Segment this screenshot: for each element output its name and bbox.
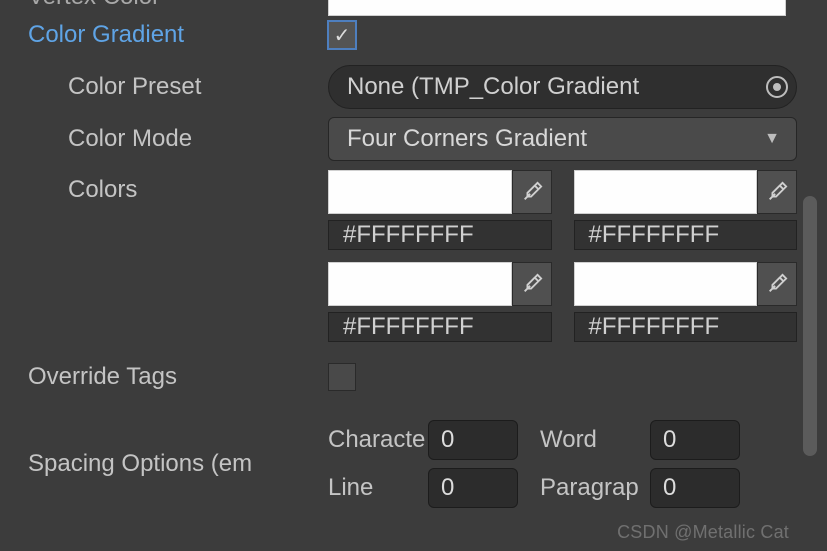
- inspector-panel: Vertex Color Color Gradient ✓ Color Pres…: [0, 0, 827, 508]
- eyedropper-button[interactable]: [757, 262, 797, 306]
- watermark: CSDN @Metallic Cat: [617, 522, 789, 543]
- color-swatch-bottom-right[interactable]: [574, 262, 758, 306]
- color-swatch-top-left[interactable]: [328, 170, 512, 214]
- object-picker-icon[interactable]: [766, 76, 788, 98]
- color-preset-value: None (TMP_Color Gradient: [347, 73, 639, 101]
- eyedropper-button[interactable]: [512, 262, 552, 306]
- color-preset-label: Color Preset: [28, 73, 328, 101]
- line-spacing-label: Line: [328, 474, 428, 502]
- color-mode-value: Four Corners Gradient: [347, 125, 587, 153]
- eyedropper-icon: [521, 181, 543, 203]
- line-spacing-input[interactable]: [428, 468, 518, 508]
- override-tags-checkbox[interactable]: [328, 363, 356, 391]
- hex-field[interactable]: #FFFFFFFF: [574, 220, 798, 250]
- vertex-color-label: Vertex Color: [28, 0, 328, 11]
- color-mode-dropdown[interactable]: Four Corners Gradient ▼: [328, 117, 797, 161]
- override-tags-label: Override Tags: [28, 363, 328, 391]
- eyedropper-button[interactable]: [757, 170, 797, 214]
- paragraph-spacing-label: Paragrap: [518, 474, 650, 502]
- color-gradient-label[interactable]: Color Gradient: [28, 21, 328, 49]
- vertex-color-swatch[interactable]: [328, 0, 786, 16]
- colors-grid: #FFFFFFFF #FFFFFFFF: [328, 170, 797, 342]
- scrollbar-thumb[interactable]: [803, 196, 817, 456]
- color-gradient-checkbox[interactable]: ✓: [328, 21, 356, 49]
- paragraph-spacing-input[interactable]: [650, 468, 740, 508]
- chevron-down-icon: ▼: [764, 130, 780, 148]
- color-swatch-bottom-left[interactable]: [328, 262, 512, 306]
- character-spacing-input[interactable]: [428, 420, 518, 460]
- colors-label: Colors: [28, 170, 328, 204]
- eyedropper-icon: [521, 273, 543, 295]
- color-swatch-top-right[interactable]: [574, 170, 758, 214]
- spacing-options-label: Spacing Options (em: [28, 450, 328, 478]
- color-mode-label: Color Mode: [28, 125, 328, 153]
- hex-field[interactable]: #FFFFFFFF: [328, 220, 552, 250]
- character-spacing-label: Characte: [328, 426, 428, 454]
- word-spacing-label: Word: [518, 426, 650, 454]
- hex-field[interactable]: #FFFFFFFF: [328, 312, 552, 342]
- hex-field[interactable]: #FFFFFFFF: [574, 312, 798, 342]
- eyedropper-icon: [766, 273, 788, 295]
- word-spacing-input[interactable]: [650, 420, 740, 460]
- color-preset-field[interactable]: None (TMP_Color Gradient: [328, 65, 797, 109]
- eyedropper-button[interactable]: [512, 170, 552, 214]
- eyedropper-icon: [766, 181, 788, 203]
- scrollbar[interactable]: [803, 0, 823, 551]
